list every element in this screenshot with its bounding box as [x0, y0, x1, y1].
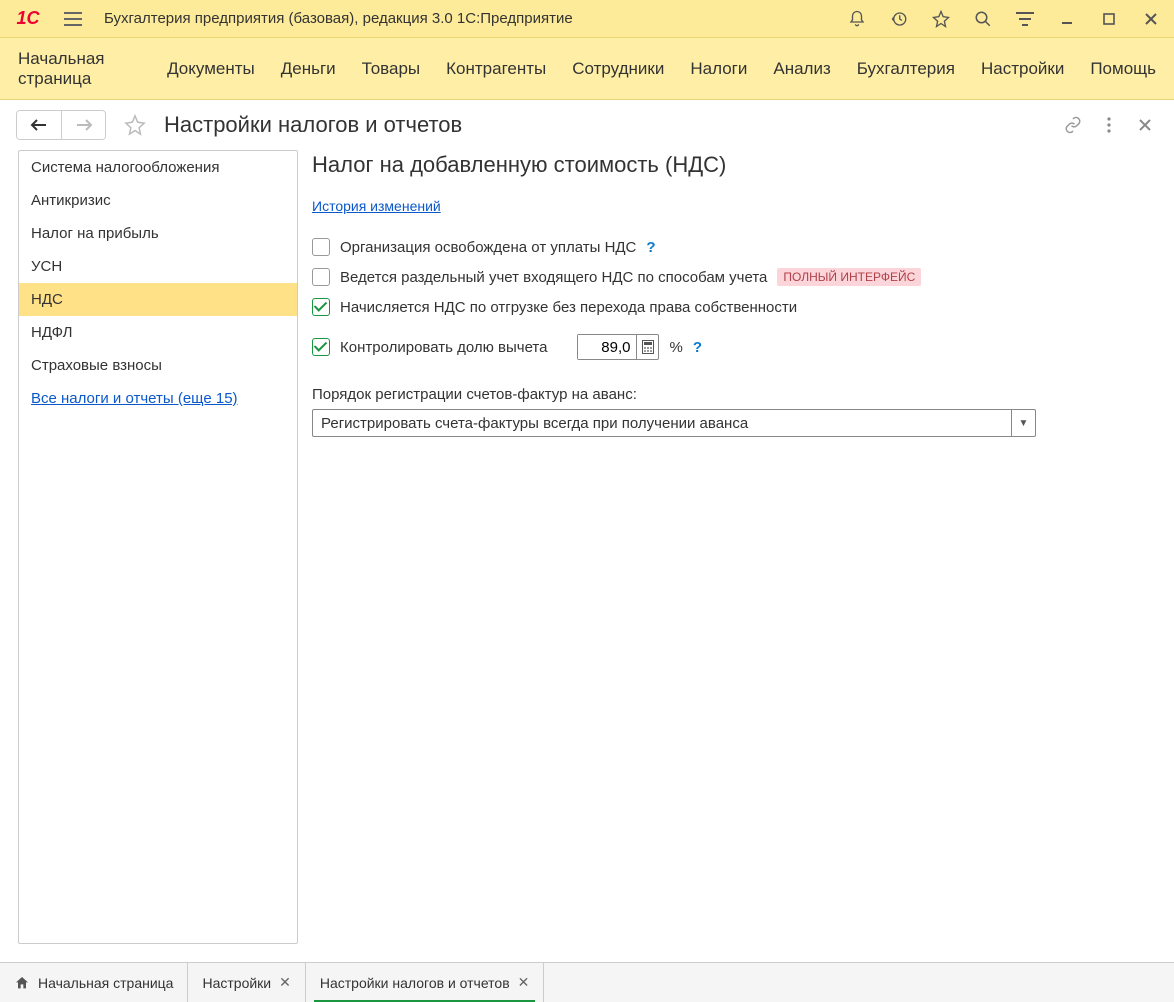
- label-deduction-control: Контролировать долю вычета: [340, 339, 547, 356]
- footer-tabs: Начальная страница Настройки ✕ Настройки…: [0, 962, 1174, 1002]
- menu-help[interactable]: Помощь: [1090, 59, 1156, 79]
- link-icon[interactable]: [1058, 110, 1088, 140]
- help-icon[interactable]: ?: [646, 239, 655, 256]
- menu-accounting[interactable]: Бухгалтерия: [857, 59, 955, 79]
- page-header: Настройки налогов и отчетов: [0, 100, 1174, 150]
- maximize-icon[interactable]: [1092, 5, 1126, 33]
- menu-settings[interactable]: Настройки: [981, 59, 1064, 79]
- menu-taxes[interactable]: Налоги: [690, 59, 747, 79]
- footer-tab-settings[interactable]: Настройки ✕: [188, 963, 305, 1002]
- row-separate-accounting: Ведется раздельный учет входящего НДС по…: [312, 268, 1156, 286]
- page-close-icon[interactable]: [1130, 110, 1160, 140]
- footer-tab-label: Настройки: [202, 975, 271, 991]
- sidebar: Система налогообложения Антикризис Налог…: [18, 150, 298, 944]
- menu-goods[interactable]: Товары: [362, 59, 420, 79]
- star-icon[interactable]: [924, 5, 958, 33]
- row-shipment-vat: Начисляется НДС по отгрузке без перехода…: [312, 298, 1156, 316]
- footer-tab-start[interactable]: Начальная страница: [0, 963, 188, 1002]
- checkbox-exempt[interactable]: [312, 238, 330, 256]
- sidebar-item-usn[interactable]: УСН: [19, 250, 297, 283]
- invoice-reg-value: Регистрировать счета-фактуры всегда при …: [313, 415, 1011, 432]
- sidebar-item-tax-system[interactable]: Система налогообложения: [19, 151, 297, 184]
- percent-label: %: [669, 339, 682, 356]
- menu-start[interactable]: Начальная страница: [18, 49, 141, 89]
- row-deduction-control: Контролировать долю вычета % ?: [312, 334, 1156, 360]
- body-area: Система налогообложения Антикризис Налог…: [0, 150, 1174, 962]
- sidebar-item-insurance[interactable]: Страховые взносы: [19, 349, 297, 382]
- nav-back-button[interactable]: [17, 111, 61, 139]
- history-link[interactable]: История изменений: [312, 198, 1156, 214]
- menu-money[interactable]: Деньги: [281, 59, 336, 79]
- label-separate-accounting: Ведется раздельный учет входящего НДС по…: [340, 269, 767, 286]
- vat-heading: Налог на добавленную стоимость (НДС): [312, 152, 1156, 178]
- search-icon[interactable]: [966, 5, 1000, 33]
- app-title: Бухгалтерия предприятия (базовая), редак…: [104, 10, 573, 27]
- more-icon[interactable]: [1094, 110, 1124, 140]
- nav-forward-button[interactable]: [61, 111, 105, 139]
- tab-close-icon[interactable]: ✕: [279, 974, 291, 991]
- minimize-icon[interactable]: [1050, 5, 1084, 33]
- calculator-icon[interactable]: [636, 335, 658, 359]
- favorite-star-icon[interactable]: [118, 111, 152, 139]
- footer-tab-label: Настройки налогов и отчетов: [320, 975, 510, 991]
- help-icon[interactable]: ?: [693, 339, 702, 356]
- menu-employees[interactable]: Сотрудники: [572, 59, 664, 79]
- checkbox-deduction-control[interactable]: [312, 338, 330, 356]
- sidebar-item-anticrisis[interactable]: Антикризис: [19, 184, 297, 217]
- badge-full-interface: ПОЛНЫЙ ИНТЕРФЕЙС: [777, 268, 921, 286]
- page-title: Настройки налогов и отчетов: [164, 112, 462, 138]
- sidebar-item-profit-tax[interactable]: Налог на прибыль: [19, 217, 297, 250]
- deduction-input[interactable]: [578, 335, 636, 359]
- menu-analysis[interactable]: Анализ: [773, 59, 830, 79]
- sidebar-item-ndfl[interactable]: НДФЛ: [19, 316, 297, 349]
- invoice-reg-dropdown[interactable]: Регистрировать счета-фактуры всегда при …: [312, 409, 1036, 437]
- sidebar-item-vat[interactable]: НДС: [19, 283, 297, 316]
- checkbox-shipment-vat[interactable]: [312, 298, 330, 316]
- close-icon[interactable]: [1134, 5, 1168, 33]
- menubar: Начальная страница Документы Деньги Това…: [0, 38, 1174, 100]
- footer-tab-label: Начальная страница: [38, 975, 173, 991]
- content-pane: Налог на добавленную стоимость (НДС) Ист…: [312, 150, 1156, 944]
- app-logo: 1C: [8, 7, 48, 31]
- footer-tab-tax-settings[interactable]: Настройки налогов и отчетов ✕: [306, 963, 545, 1002]
- chevron-down-icon[interactable]: ▼: [1011, 410, 1035, 436]
- label-shipment-vat: Начисляется НДС по отгрузке без перехода…: [340, 299, 797, 316]
- hamburger-icon[interactable]: [56, 5, 90, 33]
- checkbox-separate-accounting[interactable]: [312, 268, 330, 286]
- bell-icon[interactable]: [840, 5, 874, 33]
- invoice-reg-label: Порядок регистрации счетов-фактур на ава…: [312, 386, 1156, 403]
- row-exempt: Организация освобождена от уплаты НДС ?: [312, 238, 1156, 256]
- titlebar: 1C Бухгалтерия предприятия (базовая), ре…: [0, 0, 1174, 38]
- history-icon[interactable]: [882, 5, 916, 33]
- home-icon: [14, 975, 30, 991]
- deduction-input-wrap: [577, 334, 659, 360]
- menu-documents[interactable]: Документы: [167, 59, 255, 79]
- menu-counterparties[interactable]: Контрагенты: [446, 59, 546, 79]
- label-exempt: Организация освобождена от уплаты НДС: [340, 239, 636, 256]
- nav-buttons: [16, 110, 106, 140]
- tab-close-icon[interactable]: ✕: [518, 974, 530, 991]
- sidebar-all-taxes-link[interactable]: Все налоги и отчеты (еще 15): [19, 382, 297, 415]
- filter-icon[interactable]: [1008, 5, 1042, 33]
